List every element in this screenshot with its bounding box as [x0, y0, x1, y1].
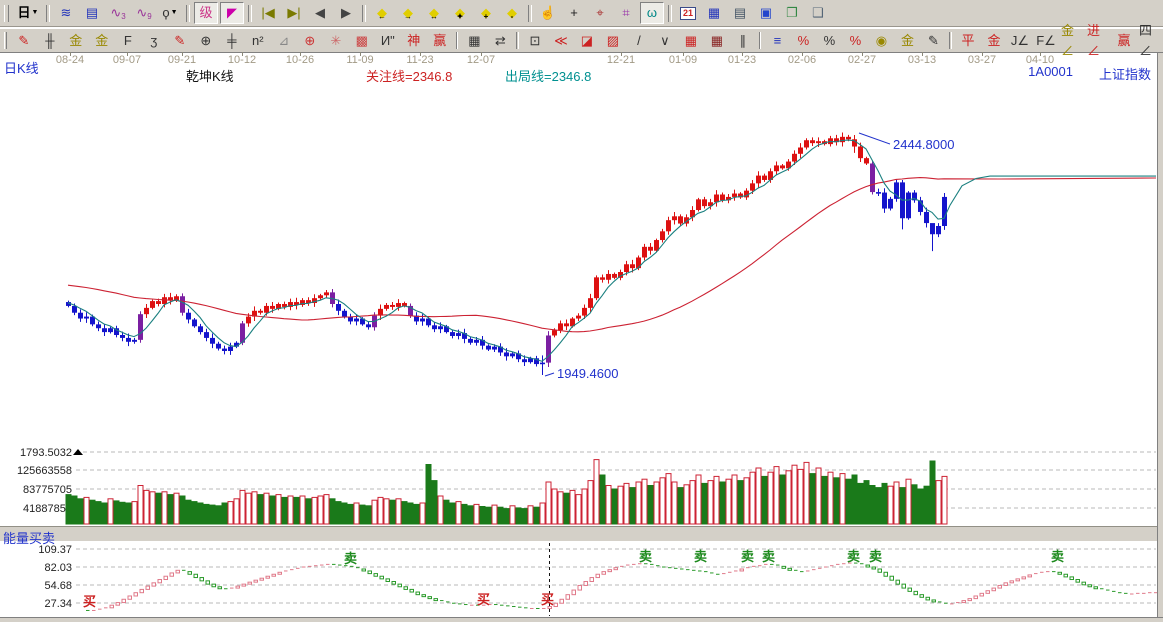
- sell-signal-label: 卖: [741, 549, 754, 564]
- date-label: 02-06: [788, 54, 816, 66]
- sell-signal-label: 卖: [1051, 549, 1064, 564]
- app-window: 日▼≋▤∿3∿9ϙ▼级◤|◀▶|◀▶◆←◆→◆↔◆✦◆+◆-☝+⌖⌗ω21▦▤▣…: [0, 0, 1163, 622]
- axis-label: 41887853: [23, 503, 72, 515]
- axis-label: 1793.5032: [20, 447, 72, 459]
- high-annotation: 2444.8000: [893, 137, 954, 152]
- price-annotations: 2444.8000 1949.4600: [545, 133, 954, 381]
- date-label: 02-27: [848, 54, 876, 66]
- buy-sell-labels: 买买买卖卖卖卖卖卖卖卖: [83, 549, 1064, 609]
- axis-label: 54.68: [44, 580, 72, 592]
- ma-long-line: [68, 178, 1156, 332]
- date-label: 09-21: [168, 54, 196, 66]
- buy-signal-label: 买: [83, 594, 96, 609]
- bottom-window-edge: [0, 617, 1163, 622]
- sell-signal-label: 卖: [344, 551, 357, 566]
- date-label: 12-21: [607, 54, 635, 66]
- axis-label: 27.34: [44, 598, 72, 610]
- buy-signal-label: 买: [477, 592, 490, 607]
- axis-label: 83775705: [23, 484, 72, 496]
- sell-signal-label: 卖: [847, 549, 860, 564]
- axis-label: 82.03: [44, 562, 72, 574]
- symbol-code-label: 1A0001: [1028, 64, 1073, 79]
- date-label: 09-07: [113, 54, 141, 66]
- date-label: 11-09: [346, 54, 373, 66]
- indicator-title-strip: 能量买卖: [0, 526, 1157, 542]
- sell-signal-label: 卖: [694, 549, 707, 564]
- watch-line-label: 关注线=2346.8: [366, 66, 452, 85]
- period-label: 日K线: [4, 58, 39, 77]
- volume-bars: [66, 460, 947, 524]
- indicator-name-label: 乾坤K线: [186, 66, 234, 85]
- oscillator-bars: [86, 563, 1158, 611]
- low-annotation: 1949.4600: [557, 366, 618, 381]
- axis-label: 125663558: [17, 465, 72, 477]
- date-label: 12-07: [467, 54, 495, 66]
- date-label: 03-13: [908, 54, 936, 66]
- ma-short-line: [68, 140, 1156, 361]
- exit-line-label: 出局线=2346.8: [505, 66, 591, 85]
- date-label: 08-24: [56, 54, 84, 66]
- sell-signal-label: 卖: [762, 549, 775, 564]
- date-axis: 08-24 09-07 09-21 10-12 10-26 11-09 11-23 12-07…: [0, 53, 1157, 64]
- date-label: 10-12: [228, 54, 256, 66]
- candlestick-series: [66, 132, 947, 375]
- date-label: 01-09: [669, 54, 697, 66]
- date-label: 01-23: [728, 54, 756, 66]
- date-label: 11-23: [406, 54, 433, 66]
- cursor-marker: [73, 449, 83, 455]
- buy-signal-label: 买: [541, 592, 554, 607]
- date-label: 03-27: [968, 54, 996, 66]
- right-window-edge: [1157, 53, 1163, 622]
- date-label: 10-26: [286, 54, 314, 66]
- sell-signal-label: 卖: [639, 549, 652, 564]
- symbol-name-label: 上证指数: [1099, 64, 1151, 83]
- sell-signal-label: 卖: [869, 549, 882, 564]
- indicator-title-label: 能量买卖: [3, 528, 55, 547]
